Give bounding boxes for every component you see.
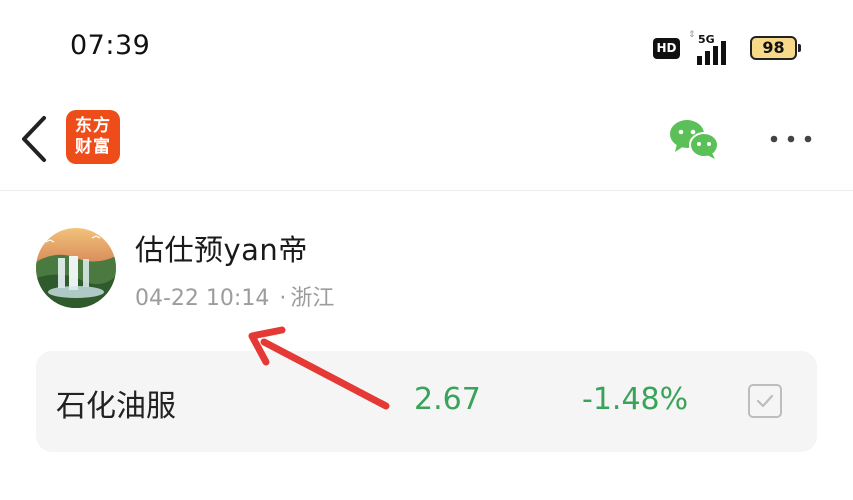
stock-name: 石化油服 xyxy=(56,389,176,424)
more-button[interactable] xyxy=(768,124,816,154)
wechat-share-button[interactable] xyxy=(668,118,720,160)
stock-change: -1.48% xyxy=(582,382,689,417)
back-button[interactable] xyxy=(16,114,56,164)
post-username[interactable]: 估仕预yan帝 xyxy=(135,227,308,269)
signal-bars-icon xyxy=(697,41,729,65)
app-logo[interactable]: 东方 财富 xyxy=(66,110,120,164)
more-icon xyxy=(770,135,812,143)
checkmark-icon xyxy=(756,394,774,408)
post-timestamp: 04-22 10:14 xyxy=(135,286,270,311)
post-meta: 04-22 10:14 · 浙江 xyxy=(135,280,334,312)
stock-price: 2.67 xyxy=(414,382,481,417)
signal-5g-icon: ⇕ 5G xyxy=(688,31,740,65)
status-time: 07:39 xyxy=(70,30,151,61)
stock-card[interactable]: 石化油服 2.67 -1.48% xyxy=(36,351,817,452)
back-chevron-icon xyxy=(22,116,46,162)
meta-separator: · xyxy=(279,286,287,311)
app-logo-line2: 财富 xyxy=(75,137,111,157)
nav-bar: 东方 财富 xyxy=(0,96,853,191)
post-location: 浙江 xyxy=(290,286,335,311)
avatar[interactable] xyxy=(36,228,116,308)
add-watchlist-button[interactable] xyxy=(748,384,782,418)
hd-badge: HD xyxy=(653,38,680,59)
data-arrows-icon: ⇕ xyxy=(688,30,696,40)
battery-icon: 98 xyxy=(750,36,801,60)
app-logo-line1: 东方 xyxy=(75,116,111,136)
battery-level: 98 xyxy=(762,38,785,57)
status-bar: 07:39 HD ⇕ 5G 98 xyxy=(0,0,853,96)
wechat-icon xyxy=(670,120,719,159)
red-arrow-annotation xyxy=(248,326,390,410)
avatar-image xyxy=(36,228,116,308)
post-header: 估仕预yan帝 04-22 10:14 · 浙江 xyxy=(0,200,853,330)
